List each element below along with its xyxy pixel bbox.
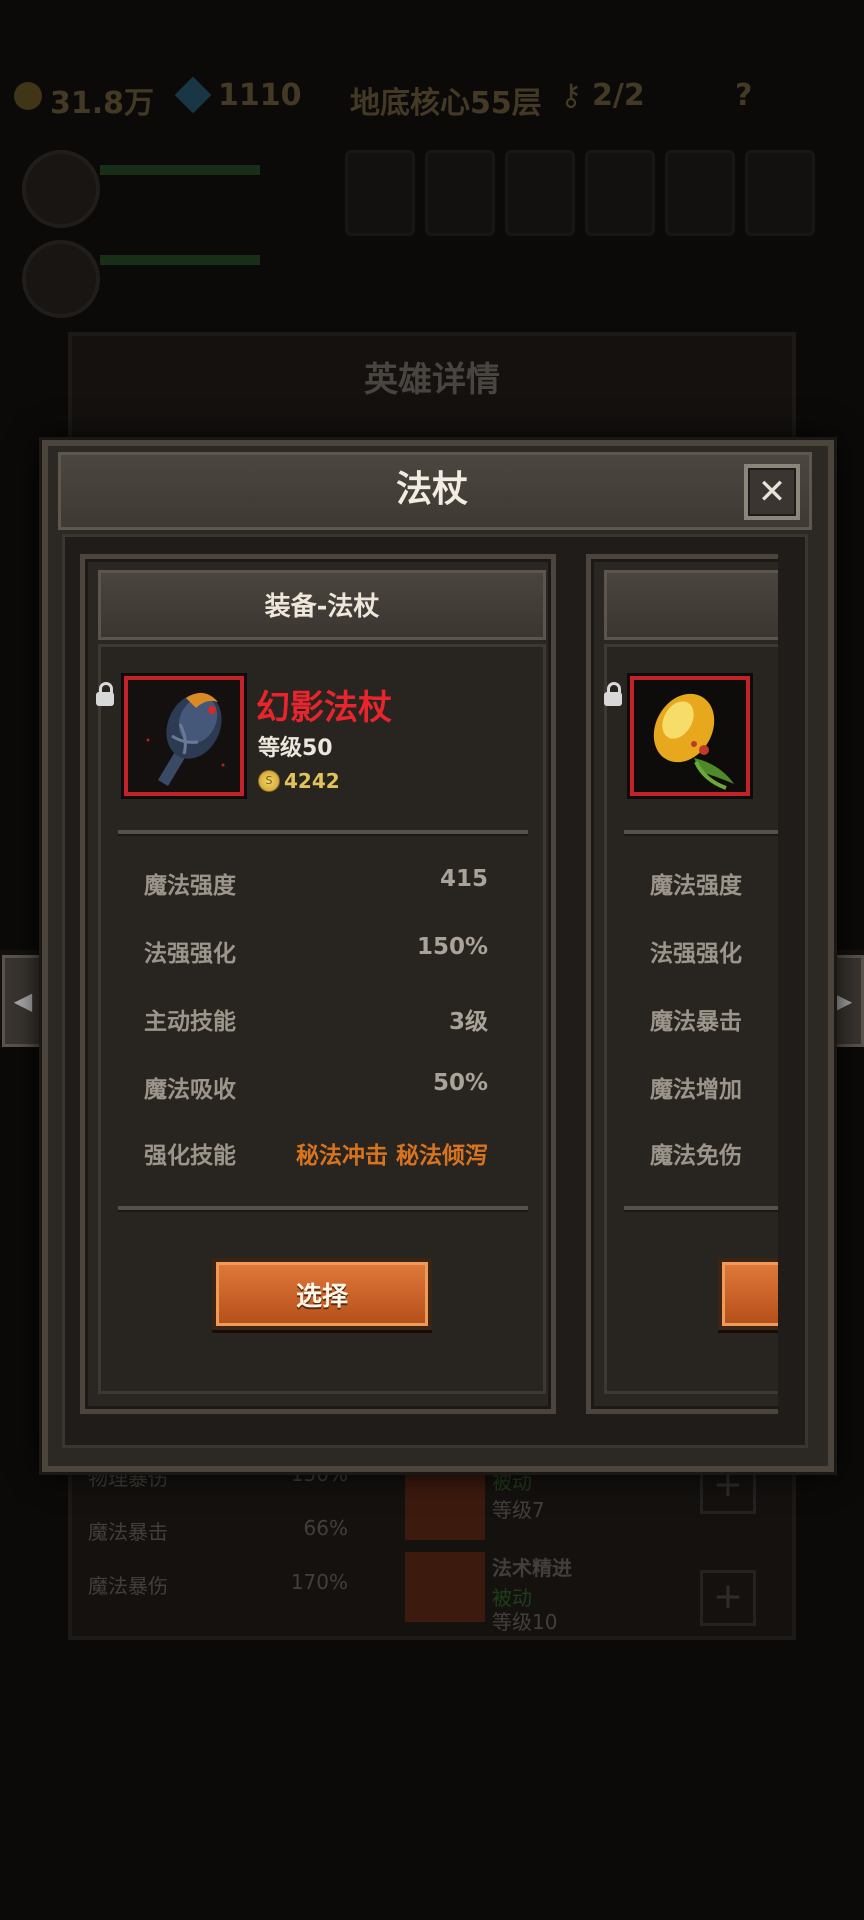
select-button[interactable]: 选择 xyxy=(212,1258,432,1330)
stat-label: 魔法强度 xyxy=(144,873,236,899)
modal-title: 法杖 xyxy=(395,469,468,510)
stat-value: 3级 xyxy=(448,1009,488,1035)
equipment-slot xyxy=(425,150,495,236)
card-header-title: 装备-法杖 xyxy=(264,592,380,622)
chevron-right-icon: ▶ xyxy=(833,987,853,1015)
hero-stat-list: 物理暴伤 150% 魔法暴击 66% 魔法暴伤 170% xyxy=(88,1462,348,1598)
stat-value: 150% xyxy=(416,934,488,960)
select-button-label: 选择 xyxy=(295,1281,348,1312)
item-name: 幻影法杖 xyxy=(256,688,392,728)
card-scroll-area[interactable]: 装备-法杖 幻影法杖 等级50 S 4242 魔法强度 415 法强强化 150… xyxy=(62,534,778,1434)
item-price: 4242 xyxy=(284,769,340,793)
stat-label: 法强强化 xyxy=(144,941,236,967)
stat-label: 主动技能 xyxy=(144,1009,236,1035)
stat-label: 魔法免伤 xyxy=(650,1143,742,1169)
hero-hp-bar xyxy=(100,165,260,175)
stat-label: 强化技能 xyxy=(144,1143,236,1169)
help-button[interactable]: ? xyxy=(735,78,752,113)
skill-level: 等级7 xyxy=(492,1498,545,1522)
chevron-left-icon: ◀ xyxy=(13,987,33,1015)
divider xyxy=(118,1206,528,1212)
equipment-slot xyxy=(505,150,575,236)
skill-level: 等级10 xyxy=(492,1610,558,1634)
enhance-skills-value: 秘法冲击 秘法倾泻 xyxy=(295,1143,488,1169)
skill-icon xyxy=(405,1460,485,1540)
staff-item-icon[interactable] xyxy=(124,676,244,796)
equipment-slot xyxy=(345,150,415,236)
stat-label: 魔法吸收 xyxy=(144,1077,236,1103)
gem-icon xyxy=(174,76,212,114)
stat-label: 魔法增加 xyxy=(650,1077,742,1103)
location-label: 地底核心55层 xyxy=(350,86,542,121)
add-skill-button[interactable]: + xyxy=(700,1570,756,1626)
divider xyxy=(624,1206,778,1212)
stat-label: 魔法暴击 xyxy=(650,1009,742,1035)
top-resource-bar: 31.8万 1110 地底核心55层 ⚷ 2/2 ? xyxy=(0,60,864,130)
lock-icon[interactable] xyxy=(96,682,114,706)
skill-name: 法术精进 xyxy=(492,1556,572,1580)
stat-label: 法强强化 xyxy=(650,941,742,967)
stat-label: 魔法强度 xyxy=(650,873,742,899)
hero-detail-title: 英雄详情 xyxy=(364,360,500,400)
divider xyxy=(118,830,528,836)
stat-value: 50% xyxy=(432,1070,488,1096)
close-button[interactable]: ✕ xyxy=(744,464,800,520)
close-icon: ✕ xyxy=(757,472,787,512)
card-header xyxy=(604,570,778,640)
equipment-slot xyxy=(665,150,735,236)
skull-counter: 2/2 xyxy=(592,78,645,113)
equipment-slot xyxy=(745,150,815,236)
prev-arrow[interactable]: ◀ xyxy=(2,955,44,1047)
seed-image xyxy=(634,680,746,792)
equipment-slot xyxy=(585,150,655,236)
key-icon: ⚷ xyxy=(560,78,582,113)
gem-amount: 1110 xyxy=(218,78,302,113)
lock-icon[interactable] xyxy=(604,682,622,706)
stat-value: 415 xyxy=(439,866,488,892)
divider xyxy=(624,830,778,836)
skill-icon xyxy=(405,1552,485,1622)
hero-avatar xyxy=(22,240,100,318)
staff-image xyxy=(128,680,240,792)
gold-icon xyxy=(14,82,42,110)
select-button[interactable] xyxy=(718,1258,778,1330)
gold-coin-icon: S xyxy=(258,770,280,792)
seed-item-icon[interactable] xyxy=(630,676,750,796)
hero-hp-bar xyxy=(100,255,260,265)
item-level: 等级50 xyxy=(258,736,333,761)
hero-avatar xyxy=(22,150,100,228)
gold-amount: 31.8万 xyxy=(50,86,155,121)
